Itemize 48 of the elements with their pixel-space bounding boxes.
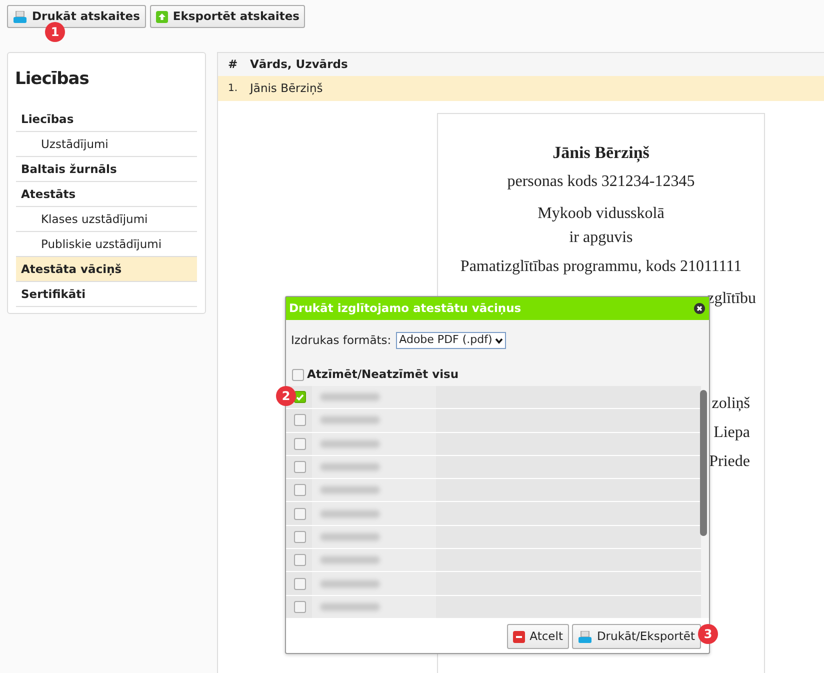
select-all-label: Atzīmēt/Neatzīmēt visu bbox=[307, 366, 459, 384]
sidebar-item[interactable]: Atestāta vāciņš bbox=[16, 256, 197, 282]
upload-icon bbox=[156, 10, 168, 22]
sidebar-item[interactable]: Uzstādījumi bbox=[16, 132, 197, 156]
minus-icon bbox=[512, 630, 525, 642]
dialog-title: Drukāt izglītojamo atestātu vāciņus bbox=[289, 300, 522, 317]
checkbox[interactable] bbox=[294, 461, 306, 474]
sidebar-item[interactable]: Sertifikāti bbox=[16, 282, 197, 306]
document-line: zglītību bbox=[707, 289, 756, 309]
checkbox[interactable] bbox=[294, 600, 306, 613]
checkbox[interactable] bbox=[294, 414, 306, 426]
format-select[interactable]: Adobe PDF (.pdf) bbox=[396, 332, 506, 350]
print-export-button[interactable]: Drukāt/Eksportēt bbox=[572, 624, 701, 649]
checkbox[interactable] bbox=[294, 530, 306, 543]
export-button[interactable]: Eksportēt atskaites bbox=[150, 5, 306, 28]
close-icon[interactable] bbox=[694, 303, 705, 314]
sidebar-item[interactable]: Atestāts bbox=[16, 182, 197, 206]
sidebar-item[interactable]: Liecības bbox=[16, 106, 197, 132]
table-cell-text: 1. bbox=[227, 82, 239, 96]
checkbox[interactable] bbox=[294, 578, 306, 590]
document-line: personas kods 321234-12345 bbox=[506, 172, 696, 192]
table-cell-text: Jānis Bērziņš bbox=[250, 80, 323, 97]
table-row[interactable]: 1. Jānis Bērziņš bbox=[218, 76, 824, 101]
checkbox[interactable] bbox=[294, 554, 306, 566]
printer-icon bbox=[578, 630, 592, 642]
cancel-button[interactable]: Atcelt bbox=[506, 624, 569, 649]
student-name: Jānis Bērziņš bbox=[552, 142, 650, 164]
document-line: Liepa bbox=[714, 423, 750, 443]
checkbox[interactable] bbox=[294, 438, 306, 450]
sidebar-item[interactable]: Klases uzstādījumi bbox=[16, 206, 197, 232]
scrollbar[interactable] bbox=[700, 390, 707, 536]
print-button[interactable]: Drukāt atskaites bbox=[7, 5, 146, 28]
column-header: Vārds, Uzvārds bbox=[250, 56, 348, 73]
sidebar-title: Liecības bbox=[15, 68, 90, 91]
printer-icon bbox=[13, 10, 27, 22]
checkbox[interactable] bbox=[294, 508, 306, 520]
document-line: Mykoob vidusskolā bbox=[536, 204, 666, 224]
checkbox[interactable] bbox=[292, 368, 304, 381]
document-line: zoliņš bbox=[712, 394, 750, 414]
format-label: Izdrukas formāts: bbox=[291, 332, 392, 349]
column-header: # bbox=[227, 56, 239, 73]
document-line: Priede bbox=[709, 452, 750, 472]
sidebar-item[interactable]: Baltais žurnāls bbox=[16, 156, 197, 182]
document-line: Pamatizglītības programmu, kods 21011111 bbox=[459, 256, 743, 276]
caret-icon bbox=[495, 338, 504, 344]
document-line: ir apguvis bbox=[568, 228, 634, 248]
step-number: 1 bbox=[45, 22, 65, 42]
checkbox[interactable] bbox=[294, 484, 306, 496]
